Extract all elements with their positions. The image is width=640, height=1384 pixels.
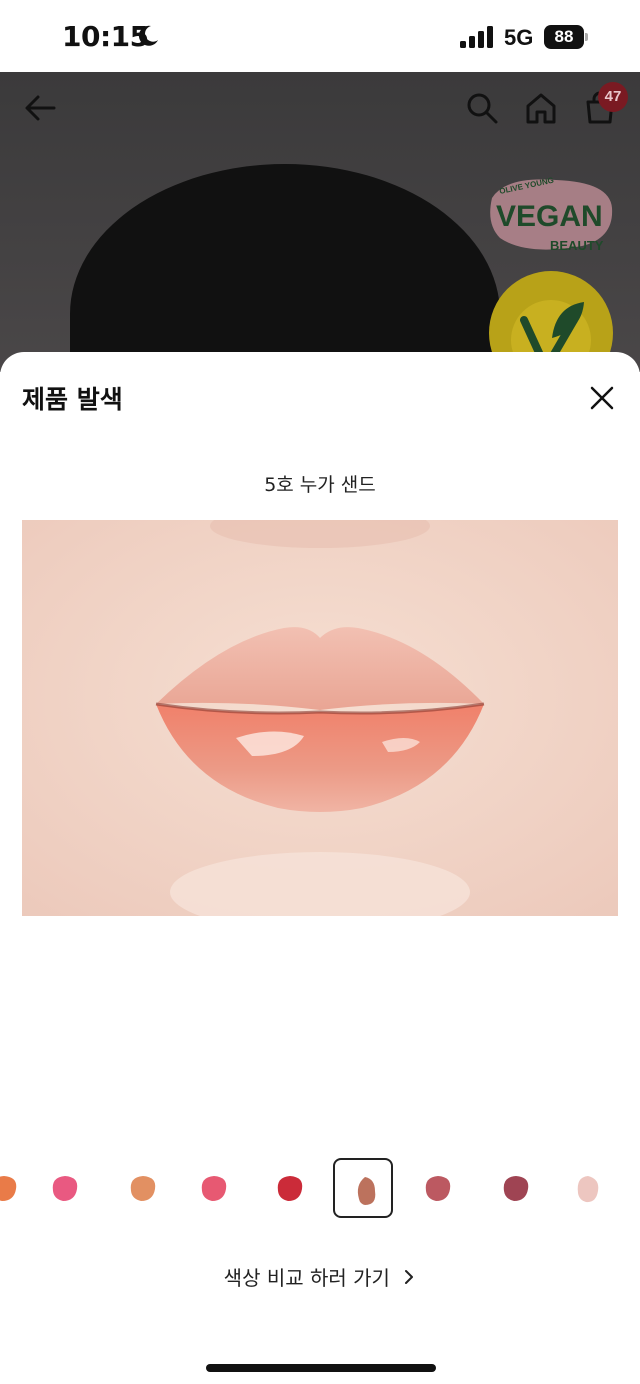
swatch-8-dot bbox=[503, 1176, 529, 1201]
battery-icon: 88 bbox=[544, 25, 588, 49]
swatch-item[interactable] bbox=[33, 1158, 93, 1218]
swatch-item[interactable] bbox=[0, 1158, 32, 1218]
swatch-9-dot bbox=[577, 1176, 599, 1203]
moon-icon bbox=[138, 25, 158, 46]
swatch-6-dot bbox=[357, 1177, 376, 1205]
selected-shade-name: 5호 누가 샌드 bbox=[264, 474, 376, 496]
close-icon[interactable] bbox=[584, 380, 620, 416]
swatch-item[interactable] bbox=[111, 1158, 171, 1218]
swatch-2-dot bbox=[52, 1176, 78, 1201]
swatch-item-selected[interactable] bbox=[333, 1158, 393, 1218]
swatch-item[interactable] bbox=[406, 1158, 466, 1218]
compare-colors-link[interactable]: 색상 비교 하러 가기 bbox=[0, 1262, 640, 1291]
network-label: 5G bbox=[504, 25, 534, 50]
swatch-item[interactable] bbox=[556, 1158, 616, 1218]
vegan-badge-bottom-text: BEAUTY bbox=[550, 238, 604, 253]
background-product-page: 47 OLIVE YOUNG VEGAN BEAUTY bbox=[0, 72, 640, 372]
swatch-7-dot bbox=[425, 1176, 451, 1201]
shade-swatch-row bbox=[0, 1158, 640, 1220]
chevron-right-icon bbox=[405, 1269, 414, 1284]
status-bar: 10:15 5G 88 bbox=[0, 0, 640, 72]
home-icon[interactable] bbox=[523, 90, 559, 126]
swatch-item[interactable] bbox=[258, 1158, 318, 1218]
search-icon[interactable] bbox=[464, 90, 500, 126]
battery-cap bbox=[585, 33, 588, 41]
battery-level: 88 bbox=[544, 25, 584, 49]
swatch-5-dot bbox=[277, 1176, 303, 1201]
compare-colors-label: 색상 비교 하러 가기 bbox=[223, 1266, 390, 1290]
vegan-beauty-logo: OLIVE YOUNG VEGAN BEAUTY bbox=[490, 176, 613, 253]
model-hair-image bbox=[70, 164, 500, 372]
swatch-item[interactable] bbox=[182, 1158, 242, 1218]
lip-swatch-photo bbox=[22, 520, 618, 916]
signal-icon bbox=[460, 26, 493, 48]
swatch-4-dot bbox=[201, 1176, 227, 1201]
swatch-1-dot bbox=[0, 1176, 17, 1201]
back-arrow-icon[interactable] bbox=[22, 90, 58, 126]
top-nav: 47 bbox=[0, 72, 640, 144]
swatch-item[interactable] bbox=[484, 1158, 544, 1218]
home-indicator[interactable] bbox=[206, 1364, 436, 1372]
product-color-sheet: 제품 발색 5호 누가 샌드 색상 비교 하러 가기 bbox=[0, 352, 640, 1384]
sheet-title: 제품 발색 bbox=[22, 385, 123, 414]
swatch-3-dot bbox=[130, 1176, 156, 1201]
cart-count-badge: 47 bbox=[598, 82, 628, 112]
vegan-badge-main-text: VEGAN bbox=[496, 200, 603, 233]
